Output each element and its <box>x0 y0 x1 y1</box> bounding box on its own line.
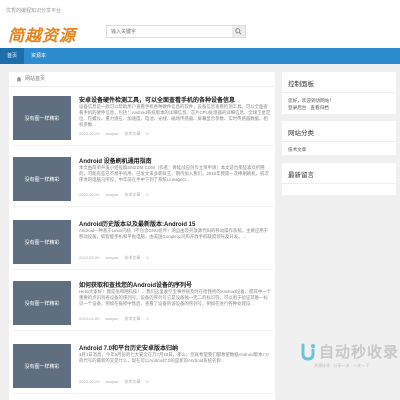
post-category[interactable]: 技术文章 <box>124 255 140 261</box>
post-date: 2023-02-09 <box>79 192 100 197</box>
post-excerpt: Hello大家好！我是张和晒科技！，我们这里收空宝事件很及时在给我所的Andro… <box>79 289 271 306</box>
post-list: 网站首页 没有图一样精彩 安卓设备硬件检测工具，可以全面查看手机的各种设备信息 … <box>9 72 275 400</box>
post-comments[interactable]: 0 <box>146 379 148 385</box>
greeting-text: 您好，欢迎到访网站！ <box>288 98 334 103</box>
post-date: 2023-02-09 <box>79 379 100 384</box>
post-excerpt: 本文由简单开发小组投稿SMZDM.COM（作者：青蛙战应创作立项申请）本文适合那… <box>79 165 269 182</box>
post-comments[interactable]: 0 <box>146 255 148 261</box>
post-author[interactable]: kanyue <box>105 192 118 198</box>
search-button[interactable] <box>232 26 245 37</box>
post-meta: 2023-02-09 kanyue 技术文章 0 <box>79 131 271 137</box>
widget-body: 技术文章 <box>282 142 396 157</box>
categories-widget: 网站分类 技术文章 <box>282 121 396 155</box>
post-title[interactable]: Android 设备刷机通用指南 <box>79 156 271 165</box>
post-category[interactable]: 技术文章 <box>124 131 140 137</box>
post-excerpt: Android—种基于Linux内核（不包含GNU组件）的自由及开放源代码的移动… <box>79 228 269 239</box>
post-title[interactable]: 安卓设备硬件检测工具，可以全面查看手机的各种设备信息 <box>79 95 271 104</box>
widget-title: 最新留言 <box>282 163 396 184</box>
post-comments[interactable]: 0 <box>146 131 148 137</box>
post-author[interactable]: kanyue <box>105 255 118 261</box>
post-date: 2023-02-09 <box>79 131 100 136</box>
widget-body: 您好，欢迎到访网站！ 登录后台 查看归档 <box>282 93 396 115</box>
top-bar: 优秀的编程知识分享平台 <box>0 0 400 20</box>
post-title[interactable]: Android 7.0和平台历史安卓版本归纳 <box>79 343 271 352</box>
widget-title: 网站分类 <box>282 121 396 142</box>
nav-item-resources[interactable]: 资源本 <box>24 48 53 64</box>
search-box <box>106 25 246 38</box>
breadcrumb-label[interactable]: 网站首页 <box>25 72 45 87</box>
post-meta: 2023-02-09 kanyue 技术文章 0 <box>79 316 271 322</box>
list-item[interactable]: 没有图一样精彩 安卓设备硬件检测工具，可以全面查看手机的各种设备信息 设备信息是… <box>13 94 273 146</box>
admin-login-link[interactable]: 登录后台 <box>288 104 306 111</box>
post-meta: 2023-02-09 kanyue 技术文章 0 <box>79 379 271 385</box>
watermark-text: 自动秒收录 <box>319 344 400 361</box>
latest-comments-widget: 最新留言 <box>282 163 396 195</box>
watermark-emblem-icon <box>301 343 315 361</box>
post-date: 2023-02-09 <box>79 255 100 260</box>
post-date: 2023-02-09 <box>79 316 100 321</box>
post-comments[interactable]: 0 <box>146 192 148 198</box>
post-meta: 2023-02-09 kanyue 技术文章 0 <box>79 192 271 198</box>
post-author[interactable]: kanyue <box>105 131 118 137</box>
widget-links: 登录后台 查看归档 <box>288 104 390 111</box>
post-author[interactable]: kanyue <box>105 379 118 385</box>
post-meta: 2023-02-09 kanyue 技术文章 0 <box>79 255 271 261</box>
list-item[interactable]: 没有图一样精彩 如何获取和查找您的Android设备的序列号 Hello大家好！… <box>13 279 273 331</box>
watermark: 自动秒收录 资源技术 · 分享一次 · 一次一下 <box>300 339 400 400</box>
post-title[interactable]: 如何获取和查找您的Android设备的序列号 <box>79 280 271 289</box>
watermark-logo: 自动秒收录 <box>300 341 400 362</box>
main-nav: 首页 资源本 <box>0 48 400 64</box>
home-icon <box>16 76 22 82</box>
site-tagline: 优秀的编程知识分享平台 <box>6 7 62 14</box>
watermark-subtext: 资源技术 · 分享一次 · 一次一下 <box>314 363 370 368</box>
post-title[interactable]: Android历史版本以及最新版本:Android 15 <box>79 219 271 228</box>
nav-item-home[interactable]: 首页 <box>0 48 25 64</box>
control-panel-widget: 控制面板 您好，欢迎到访网站！ 登录后台 查看归档 <box>282 72 396 114</box>
category-link[interactable]: 技术文章 <box>288 146 390 153</box>
post-category[interactable]: 技术文章 <box>124 192 140 198</box>
post-excerpt: 3月1日消息，今年9月份的七大安全在万7月18日，那么，您就希望我们都希望数据A… <box>79 352 269 363</box>
post-excerpt: 设备信息是一款可以帮助用户查看手机各种硬件信息的软件，设备信息查看检测工具。可以… <box>79 104 271 127</box>
post-thumbnail[interactable]: 没有图一样精彩 <box>13 281 71 325</box>
post-thumbnail[interactable]: 没有图一样精彩 <box>13 157 71 201</box>
post-thumbnail[interactable]: 没有图一样精彩 <box>13 220 71 264</box>
post-thumbnail[interactable]: 没有图一样精彩 <box>13 344 71 388</box>
archive-link[interactable]: 查看归档 <box>310 104 328 111</box>
list-item[interactable]: 没有图一样精彩 Android 设备刷机通用指南 本文由简单开发小组投稿SMZD… <box>13 155 273 207</box>
widget-title: 控制面板 <box>282 72 396 93</box>
search-icon <box>235 28 242 35</box>
post-author[interactable]: kanyue <box>105 316 118 322</box>
list-item[interactable]: 没有图一样精彩 Android 7.0和平台历史安卓版本归纳 3月1日消息，今年… <box>13 342 273 394</box>
post-comments[interactable]: 0 <box>146 316 148 322</box>
post-thumbnail[interactable]: 没有图一样精彩 <box>13 96 71 140</box>
search-input[interactable] <box>107 26 232 37</box>
post-category[interactable]: 技术文章 <box>124 379 140 385</box>
breadcrumb: 网站首页 <box>9 72 275 87</box>
site-logo[interactable]: 简越资源 <box>8 22 75 45</box>
list-item[interactable]: 没有图一样精彩 Android历史版本以及最新版本:Android 15 And… <box>13 218 273 270</box>
site-header: 简越资源 <box>0 20 400 48</box>
post-category[interactable]: 技术文章 <box>124 316 140 322</box>
